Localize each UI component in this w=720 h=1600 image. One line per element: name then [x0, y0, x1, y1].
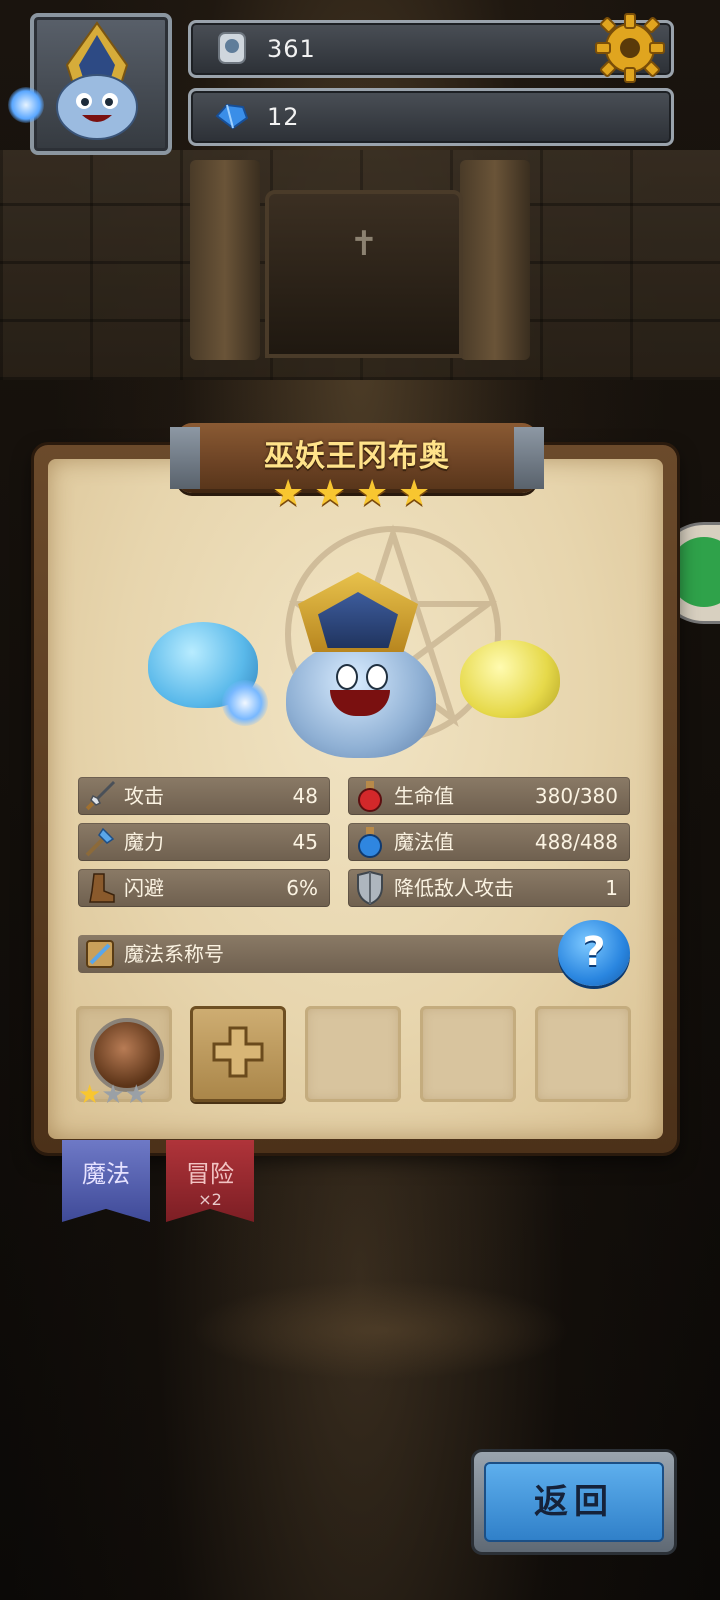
stat-value: 45: [292, 830, 318, 854]
stat-dodge: 闪避 6%: [78, 869, 330, 907]
stat-label: 魔法值: [394, 830, 454, 854]
stat-value: 380/380: [534, 784, 618, 808]
tab-multiplier: ×2: [198, 1190, 222, 1209]
stat-value: 6%: [286, 876, 318, 900]
help-button[interactable]: ?: [558, 920, 630, 986]
yellow-slime-companion: [460, 640, 560, 718]
silver-amount: 361: [267, 35, 316, 63]
hero-eye: [366, 664, 388, 690]
cross-emblem-icon: ✝: [349, 224, 379, 264]
star-icon: ★: [272, 473, 305, 514]
gear-icon[interactable]: [594, 12, 666, 84]
hero-title-row[interactable]: 魔法系称号: [78, 935, 598, 973]
skill-slot-add[interactable]: [190, 1006, 286, 1102]
sword-icon: [80, 775, 120, 817]
lich-king-avatar-icon: [56, 21, 138, 140]
shield-icon: [350, 867, 390, 909]
stat-value: 1: [605, 876, 618, 900]
stat-value: 488/488: [534, 830, 618, 854]
skill-slot-1[interactable]: ★ ★ ★: [76, 1006, 172, 1108]
stat-label: 降低敌人攻击: [394, 876, 514, 900]
skill-star-rating: ★ ★ ★: [78, 1082, 148, 1108]
skill-slot-empty[interactable]: [420, 1006, 516, 1102]
boot-icon: [80, 867, 120, 909]
question-mark-icon: ?: [582, 929, 606, 975]
back-button-label: 返回: [534, 1482, 614, 1522]
player-avatar[interactable]: [8, 13, 172, 155]
torch-pillar-right: [460, 160, 530, 360]
magic-title-icon: [80, 933, 120, 975]
stat-magic-power: 魔力 45: [78, 823, 330, 861]
stat-attack: 攻击 48: [78, 777, 330, 815]
stat-label: 魔力: [124, 830, 164, 854]
star-empty-icon: ★: [124, 1080, 148, 1110]
back-button[interactable]: 返回: [474, 1452, 674, 1552]
currency-bar-gem: 12: [188, 88, 674, 146]
torch-pillar-left: [190, 160, 260, 360]
health-potion-icon: [350, 775, 390, 817]
skill-slot-empty[interactable]: [305, 1006, 401, 1102]
silver-coin-icon: [215, 31, 249, 65]
star-empty-icon: ★: [101, 1080, 125, 1110]
back-button-face: 返回: [484, 1462, 664, 1542]
tab-label: 魔法: [82, 1160, 130, 1188]
plus-icon: [212, 1026, 264, 1078]
star-icon: ★: [398, 473, 431, 514]
mana-potion-icon: [350, 821, 390, 863]
stat-reduce-enemy-attack: 降低敌人攻击 1: [348, 869, 630, 907]
tab-label: 冒险: [186, 1160, 234, 1188]
star-icon: ★: [78, 1080, 102, 1110]
floor-rubble: [190, 1280, 570, 1380]
stat-value: 48: [292, 784, 318, 808]
magic-orb-icon: [222, 680, 268, 726]
stat-label: 攻击: [124, 784, 164, 808]
stat-mana: 魔法值 488/488: [348, 823, 630, 861]
gem-amount: 12: [267, 103, 300, 131]
dungeon-gate: ✝: [265, 190, 463, 358]
hero-title-label: 魔法系称号: [124, 942, 224, 966]
stat-label: 闪避: [124, 876, 164, 900]
skill-slot-empty[interactable]: [535, 1006, 631, 1102]
hero-eye: [336, 664, 358, 690]
magic-orb-icon: [8, 87, 44, 123]
stat-health: 生命值 380/380: [348, 777, 630, 815]
hero-star-rating: ★ ★ ★ ★: [272, 476, 434, 516]
star-icon: ★: [314, 473, 347, 514]
blue-gem-icon: [215, 99, 249, 133]
star-icon: ★: [356, 473, 389, 514]
stat-label: 生命值: [394, 784, 454, 808]
magic-staff-icon: [80, 821, 120, 863]
